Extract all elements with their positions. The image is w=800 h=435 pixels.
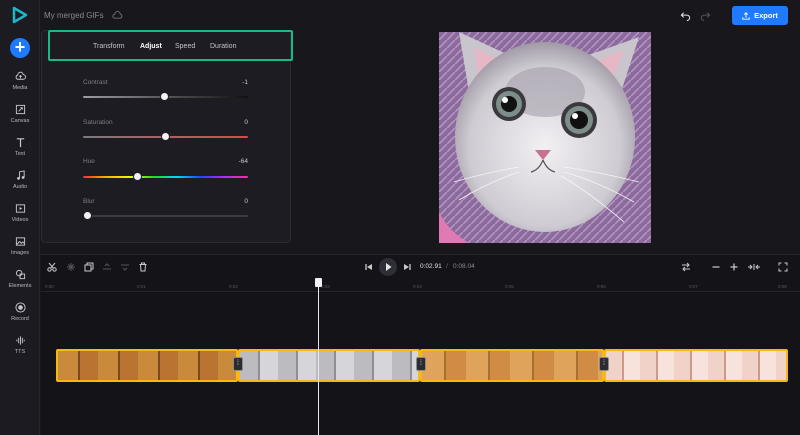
blur-slider-track[interactable] <box>83 215 248 217</box>
blur-slider-handle[interactable] <box>83 211 92 220</box>
ruler-tick: 0:00 <box>45 284 54 289</box>
ruler-tick: 0:05 <box>505 284 514 289</box>
scissors-icon[interactable] <box>47 262 57 272</box>
clip-transition-handle[interactable]: ⁞ <box>416 357 426 371</box>
video-preview[interactable] <box>439 32 651 243</box>
playhead-line[interactable] <box>318 283 319 435</box>
total-time: 0:08.04 <box>453 263 475 270</box>
sidebar-item-media[interactable]: Media <box>0 71 40 101</box>
fit-timeline-icon[interactable] <box>747 262 761 272</box>
tab-transform[interactable]: Transform <box>93 43 125 50</box>
move-up-icon[interactable] <box>102 262 112 272</box>
ruler-tick: 0:08 <box>778 284 787 289</box>
shapes-icon <box>15 269 25 280</box>
cloud-sync-icon <box>112 11 123 19</box>
time-separator: / <box>446 263 448 270</box>
sidebar-item-label: Audio <box>12 184 28 190</box>
playhead-handle[interactable] <box>315 278 322 287</box>
record-icon <box>14 302 26 313</box>
sidebar-item-videos[interactable]: Videos <box>0 203 40 233</box>
skip-forward-icon[interactable] <box>402 262 412 272</box>
export-button[interactable]: Export <box>732 6 788 25</box>
swap-icon[interactable] <box>681 262 691 272</box>
tab-speed[interactable]: Speed <box>175 43 195 50</box>
ruler-tick: 0:04 <box>413 284 422 289</box>
ruler-tick: 0:07 <box>689 284 698 289</box>
text-icon <box>16 138 24 148</box>
timeline-clip-2[interactable] <box>238 349 420 382</box>
sidebar-item-label: Elements <box>8 283 32 289</box>
move-down-icon[interactable] <box>120 262 130 272</box>
effects-icon[interactable] <box>66 262 76 272</box>
upload-cloud-icon <box>15 71 26 80</box>
current-time: 0:02.91 <box>420 263 442 270</box>
blur-value: 0 <box>244 198 248 205</box>
sidebar-item-images[interactable]: Images <box>0 236 40 266</box>
contrast-value: -1 <box>242 79 248 86</box>
timeline-clip-3[interactable] <box>420 349 604 382</box>
zoom-in-icon[interactable] <box>729 262 739 272</box>
skip-back-icon[interactable] <box>364 262 374 272</box>
ruler-tick: 0:01 <box>137 284 146 289</box>
sidebar-item-label: Videos <box>11 217 29 223</box>
play-button[interactable] <box>379 258 397 276</box>
undo-icon[interactable] <box>680 11 691 21</box>
sidebar-item-tts[interactable]: TTS <box>0 335 40 365</box>
sidebar-item-canvas[interactable]: Canvas <box>0 104 40 134</box>
sidebar-item-label: Images <box>10 250 30 256</box>
resize-icon <box>15 104 25 115</box>
hue-label: Hue <box>83 158 95 165</box>
blur-label: Blur <box>83 198 95 205</box>
clip-transition-handle[interactable]: ⁞ <box>233 357 243 371</box>
add-button[interactable]: + <box>10 38 30 58</box>
sidebar-item-label: Text <box>14 151 26 157</box>
sidebar-item-record[interactable]: Record <box>0 302 40 332</box>
app-logo-icon[interactable] <box>11 6 29 24</box>
timeline-clip-1[interactable] <box>56 349 238 382</box>
redo-icon[interactable] <box>700 11 711 21</box>
image-icon <box>15 237 25 246</box>
fullscreen-icon[interactable] <box>778 262 788 272</box>
sidebar-item-text[interactable]: Text <box>0 137 40 167</box>
saturation-label: Saturation <box>83 119 113 126</box>
tab-adjust[interactable]: Adjust <box>140 43 162 50</box>
sidebar-item-label: Canvas <box>10 118 30 124</box>
sidebar-item-audio[interactable]: Audio <box>0 170 40 200</box>
zoom-out-icon[interactable] <box>711 262 721 272</box>
export-icon <box>742 11 750 20</box>
clip-transition-handle[interactable]: ⁞ <box>599 357 609 371</box>
hue-slider-handle[interactable] <box>133 172 142 181</box>
tab-duration[interactable]: Duration <box>210 43 236 50</box>
contrast-slider-handle[interactable] <box>160 92 169 101</box>
duplicate-icon[interactable] <box>84 262 94 272</box>
ruler-tick: 0:06 <box>597 284 606 289</box>
video-icon <box>15 204 25 213</box>
sidebar-item-label: TTS <box>14 349 26 355</box>
sidebar-item-label: Media <box>12 85 28 91</box>
ruler-tick: 0:02 <box>229 284 238 289</box>
hue-slider-track[interactable] <box>83 176 248 178</box>
sidebar-item-elements[interactable]: Elements <box>0 269 40 299</box>
hue-value: -64 <box>238 158 248 165</box>
play-icon <box>386 263 392 271</box>
contrast-label: Contrast <box>83 79 108 86</box>
tab-bar-highlight <box>48 30 293 61</box>
project-title[interactable]: My merged GIFs <box>44 11 104 20</box>
ruler-tick: 0:03 <box>321 284 330 289</box>
music-note-icon <box>16 170 25 180</box>
waveform-icon <box>15 336 25 345</box>
timeline-clip-4[interactable] <box>604 349 788 382</box>
sidebar-item-label: Record <box>11 316 29 322</box>
saturation-slider-handle[interactable] <box>161 132 170 141</box>
trash-icon[interactable] <box>138 262 148 272</box>
export-label: Export <box>754 11 778 20</box>
saturation-value: 0 <box>244 119 248 126</box>
